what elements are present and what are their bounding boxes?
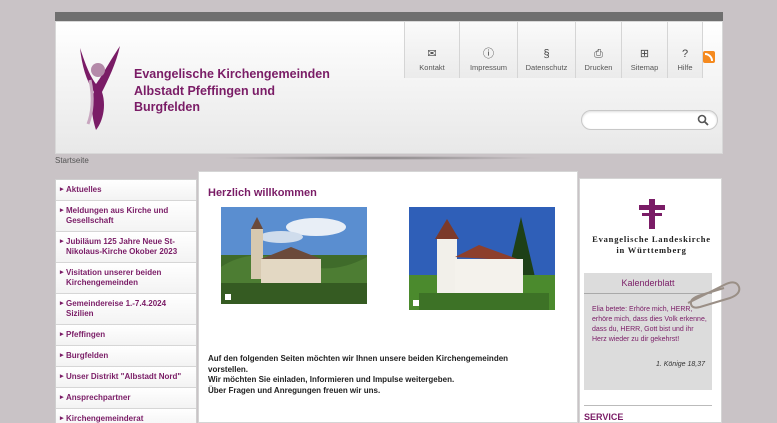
printer-icon: ⎙ bbox=[594, 48, 603, 60]
church-photo-burgfelden[interactable] bbox=[409, 207, 555, 310]
main-content: Herzlich willkommen Auf den folgenden Se… bbox=[198, 171, 578, 423]
sitemap-button[interactable]: ⊞ Sitemap bbox=[621, 22, 667, 78]
welcome-text-line: Wir möchten Sie einladen, Informieren un… bbox=[208, 375, 455, 384]
service-heading: SERVICE bbox=[584, 405, 712, 422]
nav-item-gemeindereise[interactable]: Gemeindereise 1.-7.4.2024 Sizilien bbox=[56, 294, 196, 325]
contact-button[interactable]: ✉ Kontakt bbox=[404, 22, 459, 78]
welcome-text-line: Über Fragen und Anregungen freuen wir un… bbox=[208, 385, 381, 395]
contact-label: Kontakt bbox=[419, 63, 445, 72]
site-header: Evangelische Kirchengemeinden Albstadt P… bbox=[55, 21, 723, 154]
search-box bbox=[581, 110, 718, 130]
site-title-line: Burgfelden bbox=[134, 100, 200, 114]
print-label: Drucken bbox=[584, 63, 613, 72]
help-icon: ? bbox=[681, 48, 689, 60]
verse-reference: 1. Könige 18,37 bbox=[655, 361, 705, 368]
paperclip-icon bbox=[687, 281, 741, 309]
church-logo[interactable] bbox=[68, 40, 128, 132]
bible-verse: Elia betete: Erhöre mich, HERR, erhöre m… bbox=[592, 306, 707, 343]
envelope-icon: ✉ bbox=[427, 48, 437, 60]
nav-item-visitation[interactable]: Visitation unserer beiden Kirchengemeind… bbox=[56, 263, 196, 294]
church-photo-pfeffingen[interactable] bbox=[221, 207, 367, 304]
help-label: Hilfe bbox=[677, 63, 693, 72]
zoom-icon[interactable] bbox=[225, 294, 231, 300]
landeskirche-logo[interactable]: Evangelische Landeskirche in Württemberg bbox=[584, 199, 719, 256]
site-title-line: Albstadt Pfeffingen und bbox=[134, 83, 275, 98]
nav-item-meldungen[interactable]: Meldungen aus Kirche und Gesellschaft bbox=[56, 201, 196, 232]
privacy-button[interactable]: § Datenschutz bbox=[517, 22, 575, 78]
site-title-line: Evangelische Kirchengemeinden bbox=[134, 67, 330, 81]
site-title[interactable]: Evangelische Kirchengemeinden Albstadt P… bbox=[134, 66, 349, 116]
zoom-icon[interactable] bbox=[413, 300, 419, 306]
privacy-label: Datenschutz bbox=[525, 63, 568, 72]
help-button[interactable]: ? Hilfe bbox=[667, 22, 703, 78]
sitemap-label: Sitemap bbox=[630, 63, 659, 72]
church-photo-image bbox=[409, 207, 555, 310]
nav-item-jubilaeum[interactable]: Jubiläum 125 Jahre Neue St-Nikolaus-Kirc… bbox=[56, 232, 196, 263]
landeskirche-name: Evangelische Landeskirche bbox=[592, 234, 711, 244]
sitemap-icon: ⊞ bbox=[639, 48, 650, 60]
rss-icon[interactable] bbox=[703, 51, 715, 63]
nav-item-distrikt[interactable]: Unser Distrikt "Albstadt Nord" bbox=[56, 367, 196, 388]
nav-item-aktuelles[interactable]: Aktuelles bbox=[56, 180, 196, 201]
sidebar-nav: Aktuelles Meldungen aus Kirche und Gesel… bbox=[55, 179, 197, 423]
search-icon[interactable] bbox=[697, 114, 709, 126]
welcome-text-line: Auf den folgenden Seiten möchten wir Ihn… bbox=[208, 354, 509, 363]
page-shell: Evangelische Kirchengemeinden Albstadt P… bbox=[55, 12, 741, 423]
print-button[interactable]: ⎙ Drucken bbox=[575, 22, 621, 78]
cross-icon bbox=[638, 199, 665, 229]
search-input[interactable] bbox=[590, 112, 698, 130]
right-sidebar: Evangelische Landeskirche in Württemberg… bbox=[579, 178, 741, 423]
welcome-text: Auf den folgenden Seiten möchten wir Ihn… bbox=[208, 354, 568, 396]
info-icon: ⓘ bbox=[483, 48, 494, 60]
page-title: Herzlich willkommen bbox=[208, 187, 317, 199]
service-toolbar: ✉ Kontakt ⓘ Impressum § Datenschutz ⎙ Dr… bbox=[404, 22, 703, 78]
imprint-button[interactable]: ⓘ Impressum bbox=[459, 22, 517, 78]
nav-item-kirchengemeinderat[interactable]: Kirchengemeinderat bbox=[56, 409, 196, 423]
nav-item-burgfelden[interactable]: Burgfelden bbox=[56, 346, 196, 367]
landeskirche-name: in Württemberg bbox=[616, 245, 687, 255]
header-shadow bbox=[215, 156, 545, 160]
imprint-label: Impressum bbox=[469, 63, 508, 72]
church-photo-image bbox=[221, 207, 367, 304]
top-bar bbox=[55, 12, 723, 21]
nav-item-ansprechpartner[interactable]: Ansprechpartner bbox=[56, 388, 196, 409]
welcome-text-line: vorstellen. bbox=[208, 364, 249, 374]
breadcrumb[interactable]: Startseite bbox=[55, 156, 89, 165]
paragraph-icon: § bbox=[543, 48, 550, 60]
nav-item-pfeffingen[interactable]: Pfeffingen bbox=[56, 325, 196, 346]
